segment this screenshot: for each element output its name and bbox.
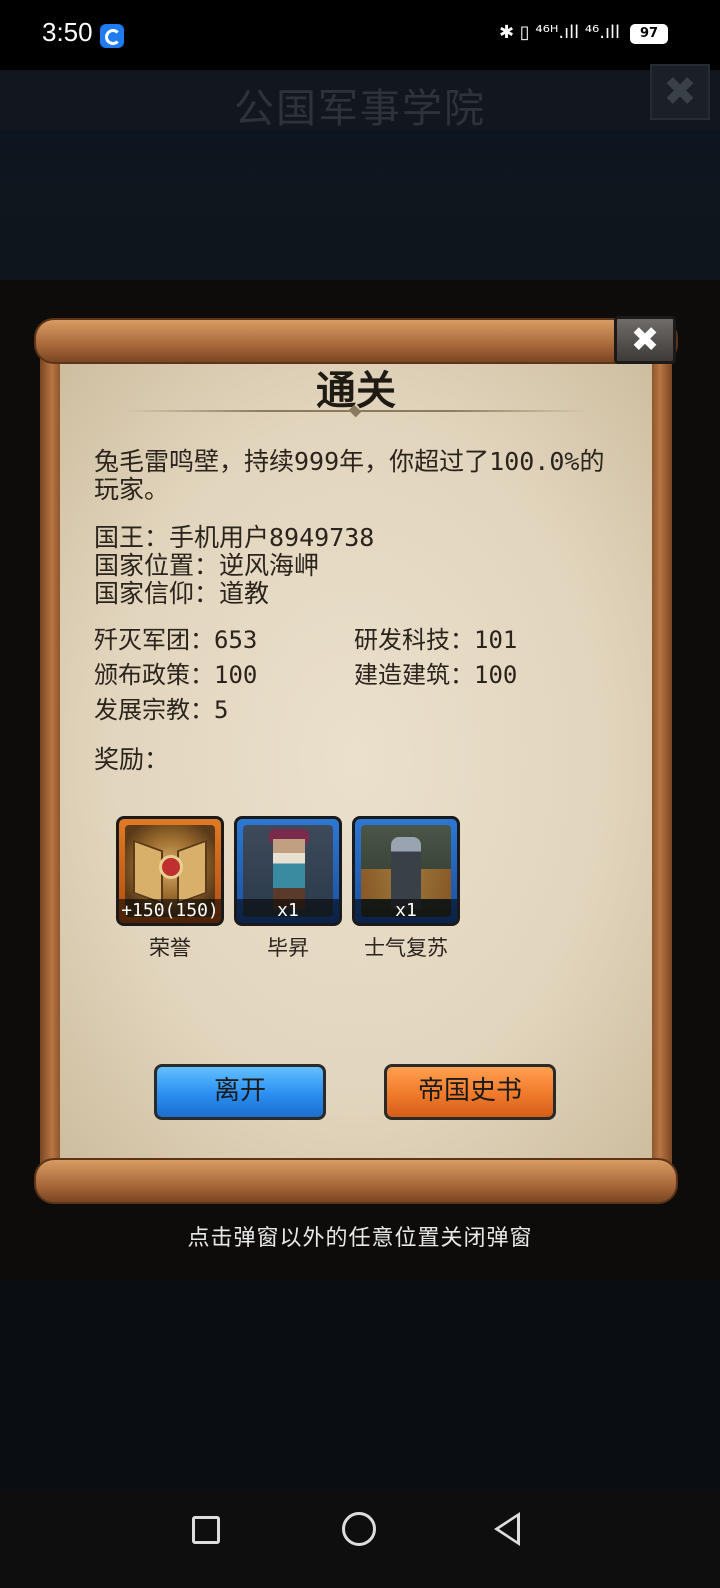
- completion-dialog: ✖ 通关 兔毛雷鸣壁，持续999年，你超过了100.0%的玩家。 国王：手机用户…: [34, 316, 678, 1206]
- navigation-bar: [0, 1490, 720, 1588]
- stat-tech-researched: 研发科技：101: [354, 626, 518, 654]
- close-button[interactable]: ✖: [614, 316, 676, 364]
- home-icon[interactable]: [342, 1512, 376, 1546]
- reward-hero[interactable]: x1 毕昇: [234, 816, 342, 962]
- recent-apps-icon[interactable]: [192, 1516, 220, 1544]
- reward-amount: x1: [237, 899, 339, 923]
- dismiss-hint: 点击弹窗以外的任意位置关闭弹窗: [187, 1226, 533, 1251]
- summary-text: 兔毛雷鸣壁，持续999年，你超过了100.0%的玩家。: [94, 447, 605, 504]
- reward-amount: x1: [355, 899, 457, 923]
- stat-policies: 颁布政策：100: [94, 661, 258, 689]
- signal-icons: ✱ ▯ ⁴⁶ᴴ.ıll ⁴⁶.ıll: [499, 22, 620, 43]
- reward-name: 士气复苏: [364, 936, 448, 960]
- stat-legions-destroyed: 歼灭军团：653: [94, 626, 258, 654]
- reward-honor[interactable]: +150(150) 荣誉: [116, 816, 224, 962]
- browser-app-icon: [100, 24, 124, 48]
- rewards-label: 奖励：: [94, 745, 170, 774]
- stat-religions: 发展宗教：5: [94, 696, 229, 724]
- info-religion: 国家信仰：道教: [94, 579, 270, 608]
- stat-buildings: 建造建筑：100: [354, 661, 518, 689]
- info-location: 国家位置：逆风海岬: [94, 551, 320, 580]
- back-icon[interactable]: [494, 1512, 520, 1546]
- king-info: 国王：手机用户8949738 国家位置：逆风海岬 国家信仰：道教: [94, 524, 374, 608]
- rewards-list: +150(150) 荣誉 x1 毕昇 x1 士气复苏: [116, 816, 516, 960]
- reward-frame: x1: [234, 816, 342, 926]
- battery-icon: 97: [630, 24, 668, 44]
- background-title: 公国军事学院: [234, 86, 486, 132]
- reward-amount: +150(150): [119, 899, 221, 923]
- title-divider: [124, 410, 588, 412]
- leave-button[interactable]: 离开: [154, 1064, 326, 1120]
- reward-morale[interactable]: x1 士气复苏: [352, 816, 460, 962]
- reward-frame: x1: [352, 816, 460, 926]
- reward-name: 毕昇: [267, 936, 309, 960]
- status-bar: 3:50 ✱ ▯ ⁴⁶ᴴ.ıll ⁴⁶.ıll 97: [0, 0, 720, 70]
- reward-name: 荣誉: [149, 936, 191, 960]
- background-close-icon: ✖: [650, 64, 710, 120]
- reward-frame: +150(150): [116, 816, 224, 926]
- empire-history-button[interactable]: 帝国史书: [384, 1064, 556, 1120]
- info-king: 国王：手机用户8949738: [94, 523, 375, 552]
- scroll-bottom-roll: [34, 1158, 678, 1204]
- background-header: 公国军事学院 ✖: [0, 64, 720, 132]
- status-time: 3:50: [42, 17, 93, 47]
